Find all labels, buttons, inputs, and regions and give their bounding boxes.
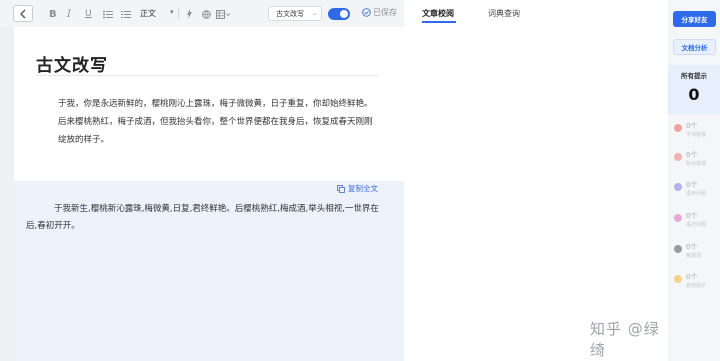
globe-icon[interactable] xyxy=(202,7,211,21)
editor-toolbar: B I U 正文 ▾ 古文改写 ⌄ 已保存 xyxy=(0,0,404,27)
back-button[interactable] xyxy=(13,5,33,22)
rewrite-result-text: 于我新生,樱桃新沁露珠,梅微黄,日复,君终鲜艳。后樱桃熟红,梅成酒,举头相视,一… xyxy=(26,204,379,231)
check-circle-icon xyxy=(674,275,682,283)
tab-dictionary-lookup[interactable]: 词典查询 xyxy=(488,8,520,19)
hint-count: 0个 xyxy=(686,273,698,281)
check-circle-icon xyxy=(674,124,682,132)
hint-category-punctuation[interactable]: 0个 标点错误 xyxy=(674,150,720,174)
save-status-text: 已保存 xyxy=(373,8,397,17)
title-divider xyxy=(36,75,379,76)
hint-category-sensitive[interactable]: 0个 敏感词 xyxy=(674,242,720,266)
auto-toggle[interactable] xyxy=(328,8,350,20)
check-circle-icon xyxy=(674,153,682,161)
hint-name: 字词错误 xyxy=(686,132,707,138)
review-panel: 文章校阅 词典查询 知乎 @绿绮 xyxy=(404,0,668,361)
toggle-knob xyxy=(340,10,348,18)
hint-category-spelling[interactable]: 0个 字词错误 xyxy=(674,121,720,145)
hint-name: 语法问题 xyxy=(686,222,707,228)
hint-name: 标点错误 xyxy=(686,161,707,167)
italic-icon[interactable]: I xyxy=(67,7,71,21)
document-analysis-button[interactable]: 文档分析 xyxy=(673,39,716,55)
document-title[interactable]: 古文改写 xyxy=(36,51,108,76)
editor-paper[interactable]: 古文改写 于我，你是永远新鲜的，樱桃刚沁上露珠，梅子微微黄，日子重复，你却始终鲜… xyxy=(14,27,404,181)
check-circle-icon xyxy=(674,183,682,191)
tab-article-review[interactable]: 文章校阅 xyxy=(422,8,454,19)
all-hints-label: 所有提示 xyxy=(681,72,707,80)
hint-name: 其他提示 xyxy=(686,283,707,289)
all-hints-summary[interactable]: 所有提示 0 xyxy=(668,65,720,115)
hint-category-grammar[interactable]: 0个 语法问题 xyxy=(674,211,720,235)
check-circle-icon xyxy=(362,8,371,17)
watermark: 知乎 @绿绮 xyxy=(590,320,660,359)
hint-count: 0个 xyxy=(686,181,698,189)
hint-category-word-order[interactable]: 0个 语序问题 xyxy=(674,180,720,204)
mode-select[interactable]: 古文改写 ⌄ xyxy=(268,6,322,21)
hint-count: 0个 xyxy=(686,151,698,159)
chevron-down-icon: ▾ xyxy=(170,8,174,16)
format-brush-icon[interactable] xyxy=(186,7,193,21)
hint-count: 0个 xyxy=(686,243,698,251)
toolbar-divider xyxy=(178,8,179,19)
bullet-list-icon[interactable] xyxy=(103,7,113,21)
check-circle-icon xyxy=(674,214,682,222)
table-icon[interactable] xyxy=(216,7,230,21)
hint-sidebar: 分享好友 文档分析 所有提示 0 0个 字词错误 0个 标点错误 0个 语序问题… xyxy=(668,0,720,361)
share-button[interactable]: 分享好友 xyxy=(673,11,716,27)
copy-icon xyxy=(337,184,345,193)
active-tab-indicator xyxy=(422,21,456,23)
hint-count: 0个 xyxy=(686,212,698,220)
hint-name: 敏感词 xyxy=(686,253,702,259)
copy-all-label: 复制全文 xyxy=(348,184,378,193)
save-status: 已保存 xyxy=(362,7,397,18)
check-circle-icon xyxy=(674,245,682,253)
paragraph-style-select[interactable]: 正文 xyxy=(140,8,156,19)
all-hints-count: 0 xyxy=(688,85,700,104)
underline-icon[interactable]: U xyxy=(85,7,92,21)
hint-name: 语序问题 xyxy=(686,191,707,197)
bold-icon[interactable]: B xyxy=(49,7,57,21)
numbered-list-icon[interactable] xyxy=(121,7,131,21)
rewrite-result-panel: 复制全文 于我新生,樱桃新沁露珠,梅微黄,日复,君终鲜艳。后樱桃熟红,梅成酒,举… xyxy=(14,181,404,361)
chevron-down-icon: ⌄ xyxy=(311,10,317,17)
document-body[interactable]: 于我，你是永远新鲜的，樱桃刚沁上露珠，梅子微微黄，日子重复，你却始终鲜艳。后来樱… xyxy=(58,95,380,149)
hint-category-other[interactable]: 0个 其他提示 xyxy=(674,272,720,296)
chevron-left-icon xyxy=(20,9,26,18)
hint-count: 0个 xyxy=(686,122,698,130)
mode-select-value: 古文改写 xyxy=(276,9,304,18)
copy-all-button[interactable]: 复制全文 xyxy=(337,183,378,194)
